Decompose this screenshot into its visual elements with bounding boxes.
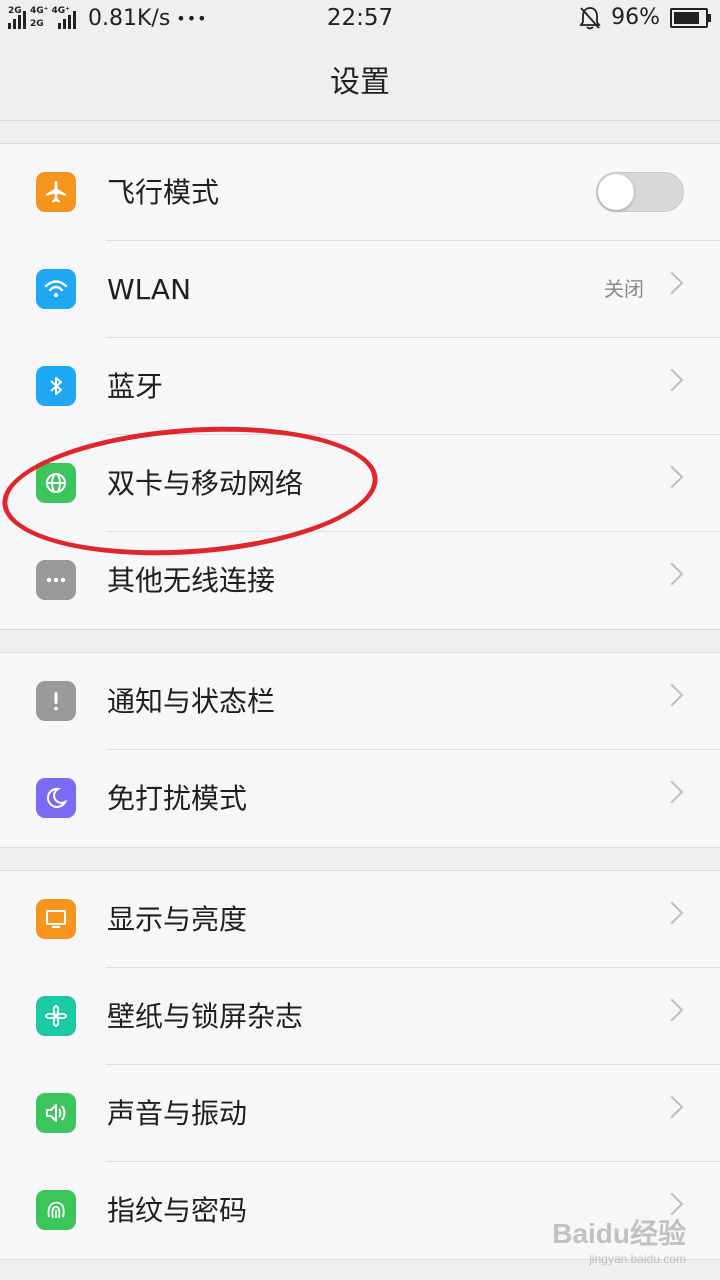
exclamation-icon [36,681,76,721]
moon-icon [36,778,76,818]
more-icon [36,560,76,600]
do-not-disturb-label: 免打扰模式 [107,782,248,815]
watermark-main: Baidu经验 [552,1218,686,1249]
airplane-mode-toggle[interactable] [596,172,684,212]
pinwheel-icon [36,996,76,1036]
baidu-watermark: Baidu经验 jingyan.baidu.com [552,1212,686,1266]
settings-item-dual-sim-mobile-network[interactable]: 双卡与移动网络 [0,435,720,532]
chevron-right-icon [660,1095,684,1119]
settings-item-sound-vibration[interactable]: 声音与振动 [0,1065,720,1162]
settings-item-airplane-mode[interactable]: 飞行模式 [0,144,720,241]
status-bar: 2G 4G⁺ 4G⁺ 2G 0.81K/s ••• 22:57 96% [0,0,720,38]
battery-percent: 96% [611,5,660,30]
settings-item-other-wireless[interactable]: 其他无线连接 [0,532,720,629]
wifi-icon [36,269,76,309]
speaker-icon [36,1093,76,1133]
settings-group-display-sound: 显示与亮度 壁纸与锁屏杂志 声音与振动 指纹与密码 [0,870,720,1260]
globe-icon [36,463,76,503]
settings-item-bluetooth[interactable]: 蓝牙 [0,338,720,435]
chevron-right-icon [660,368,684,392]
fingerprint-icon [36,1190,76,1230]
monitor-icon [36,899,76,939]
sound-vibration-label: 声音与振动 [107,1097,248,1130]
page-title: 设置 [0,38,720,121]
dual-sim-label: 双卡与移动网络 [107,467,304,500]
toggle-knob [598,174,634,210]
airplane-icon [36,172,76,212]
notifications-label: 通知与状态栏 [107,685,276,718]
page-title-text: 设置 [330,65,390,100]
chevron-right-icon [660,780,684,804]
wlan-status: 关闭 [604,277,644,301]
status-right: 96% [579,5,711,30]
bluetooth-icon [36,366,76,406]
settings-group-connectivity: 飞行模式 WLAN 关闭 蓝牙 双卡与移动网络 其他无线连接 [0,143,720,630]
battery-icon [670,7,711,28]
chevron-right-icon [660,271,684,295]
wlan-label: WLAN [107,273,192,306]
settings-group-notifications: 通知与状态栏 免打扰模式 [0,652,720,848]
chevron-right-icon [660,562,684,586]
watermark-sub: jingyan.baidu.com [589,1252,686,1266]
fingerprint-password-label: 指纹与密码 [107,1194,248,1227]
settings-item-notifications[interactable]: 通知与状态栏 [0,653,720,750]
chevron-right-icon [660,683,684,707]
bell-off-icon [579,6,601,29]
settings-item-wlan[interactable]: WLAN 关闭 [0,241,720,338]
other-wireless-label: 其他无线连接 [107,564,276,597]
chevron-right-icon [660,998,684,1022]
battery-fill [674,11,699,24]
wallpaper-lockscreen-label: 壁纸与锁屏杂志 [107,1000,304,1033]
display-brightness-label: 显示与亮度 [107,903,248,936]
settings-item-wallpaper-lockscreen[interactable]: 壁纸与锁屏杂志 [0,968,720,1065]
settings-item-do-not-disturb[interactable]: 免打扰模式 [0,750,720,847]
airplane-mode-label: 飞行模式 [107,176,220,209]
chevron-right-icon [660,465,684,489]
chevron-right-icon [660,901,684,925]
settings-item-display-brightness[interactable]: 显示与亮度 [0,871,720,968]
bluetooth-label: 蓝牙 [107,370,164,403]
